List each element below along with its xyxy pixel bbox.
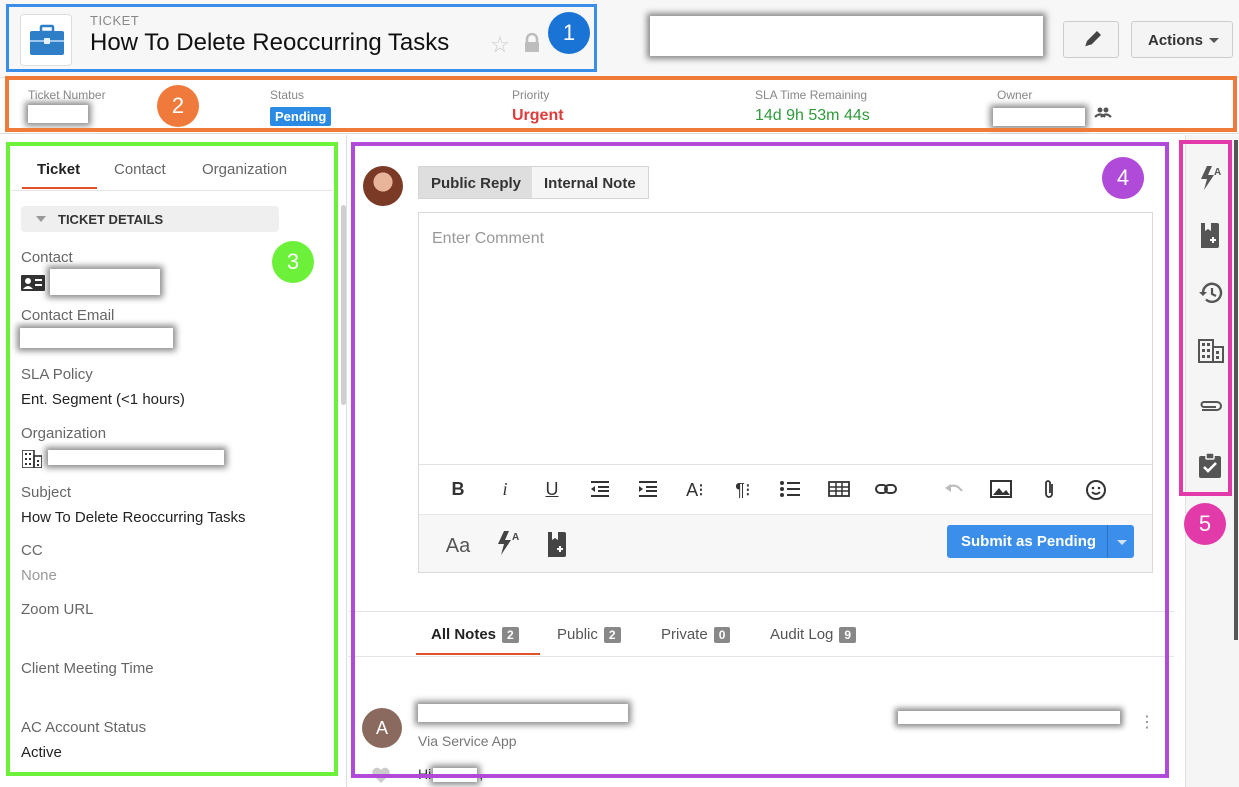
- callout-badge-1: 1: [548, 12, 590, 54]
- callout-box-5: [1179, 140, 1232, 496]
- callout-badge-4: 4: [1102, 157, 1144, 199]
- page-scrollbar[interactable]: [1234, 140, 1238, 640]
- callout-box-1: [6, 4, 597, 72]
- actions-label: Actions: [1148, 32, 1204, 49]
- callout-badge-5: 5: [1184, 503, 1226, 545]
- callout-badge-3: 3: [272, 241, 314, 283]
- callout-box-3: [6, 142, 338, 776]
- callout-badge-2: 2: [157, 85, 199, 127]
- pencil-icon: [1084, 31, 1101, 48]
- callout-box-4: [351, 142, 1169, 778]
- left-panel-scrollbar[interactable]: [341, 205, 346, 405]
- actions-dropdown[interactable]: Actions: [1131, 21, 1233, 58]
- caret-down-icon: [1209, 38, 1219, 43]
- redacted-search-field: [650, 16, 1043, 56]
- edit-button[interactable]: [1063, 21, 1119, 58]
